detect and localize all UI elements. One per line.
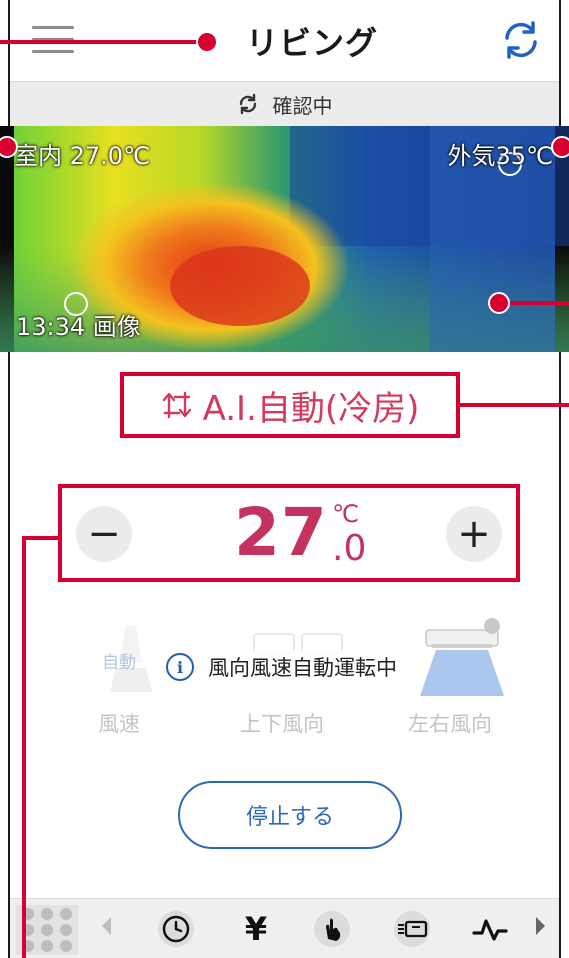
callout-line-mode <box>460 403 569 407</box>
refresh-icon[interactable] <box>499 18 543 62</box>
aircon-unit-icon[interactable] <box>392 909 432 949</box>
callout-line-image <box>508 301 569 305</box>
bottom-toolbar: ¥ <box>10 898 559 958</box>
outdoor-temperature-label: 外気35℃ <box>447 142 554 170</box>
thermal-camera-image[interactable]: 室内 27.0℃ 外気35℃ 13:34 画像 <box>0 126 569 352</box>
page-title: リビング <box>246 24 379 62</box>
status-bar: 確認中 <box>10 82 559 126</box>
horizontal-airflow-label[interactable]: 左右風向 <box>408 708 492 738</box>
stop-button[interactable]: 停止する <box>178 781 402 849</box>
info-icon: i <box>166 653 194 681</box>
info-message-text: 風向風速自動運転中 <box>208 656 397 680</box>
status-text: 確認中 <box>272 93 333 118</box>
temperature-control: − 27 ℃ .0 + <box>58 484 520 582</box>
callout-line-temp-h <box>22 536 58 540</box>
callout-dot-title <box>196 31 218 53</box>
indoor-temperature-label: 室内 27.0℃ <box>14 142 151 170</box>
temperature-down-button[interactable]: − <box>76 506 132 562</box>
callout-dot-outdoor <box>551 136 569 158</box>
yen-icon[interactable]: ¥ <box>236 909 276 949</box>
fan-controls: 自動 i 風向風速自動運転中 風速 上下風向 左右風向 <box>10 612 559 752</box>
set-temperature-value: 27 <box>234 494 328 571</box>
sync-icon <box>239 93 256 115</box>
operation-mode-label: A.I.自動(冷房) <box>202 388 420 429</box>
set-temperature-decimal: .0 <box>332 528 367 569</box>
vertical-airflow-label[interactable]: 上下風向 <box>240 708 324 738</box>
fan-speed-label[interactable]: 風速 <box>98 708 140 738</box>
fan-speed-auto-tag: 自動 <box>102 653 136 673</box>
clock-icon[interactable] <box>156 909 196 949</box>
callout-dot-image <box>488 292 510 314</box>
horizontal-airflow-icon <box>420 618 504 696</box>
callout-line-temp-v <box>22 536 26 958</box>
info-message: i 風向風速自動運転中 <box>160 650 403 684</box>
scroll-left-icon[interactable] <box>102 917 111 935</box>
operation-mode-button[interactable]: A.I.自動(冷房) <box>120 372 460 438</box>
touch-hand-icon[interactable] <box>312 909 352 949</box>
temperature-unit: ℃ <box>332 500 359 528</box>
temperature-up-button[interactable]: + <box>446 506 502 562</box>
auto-swap-arrows-icon <box>162 391 191 419</box>
image-time-label: 13:34 画像 <box>16 313 141 341</box>
graph-icon[interactable] <box>470 909 510 949</box>
callout-line-title <box>0 40 205 44</box>
scroll-right-icon[interactable] <box>536 917 545 935</box>
